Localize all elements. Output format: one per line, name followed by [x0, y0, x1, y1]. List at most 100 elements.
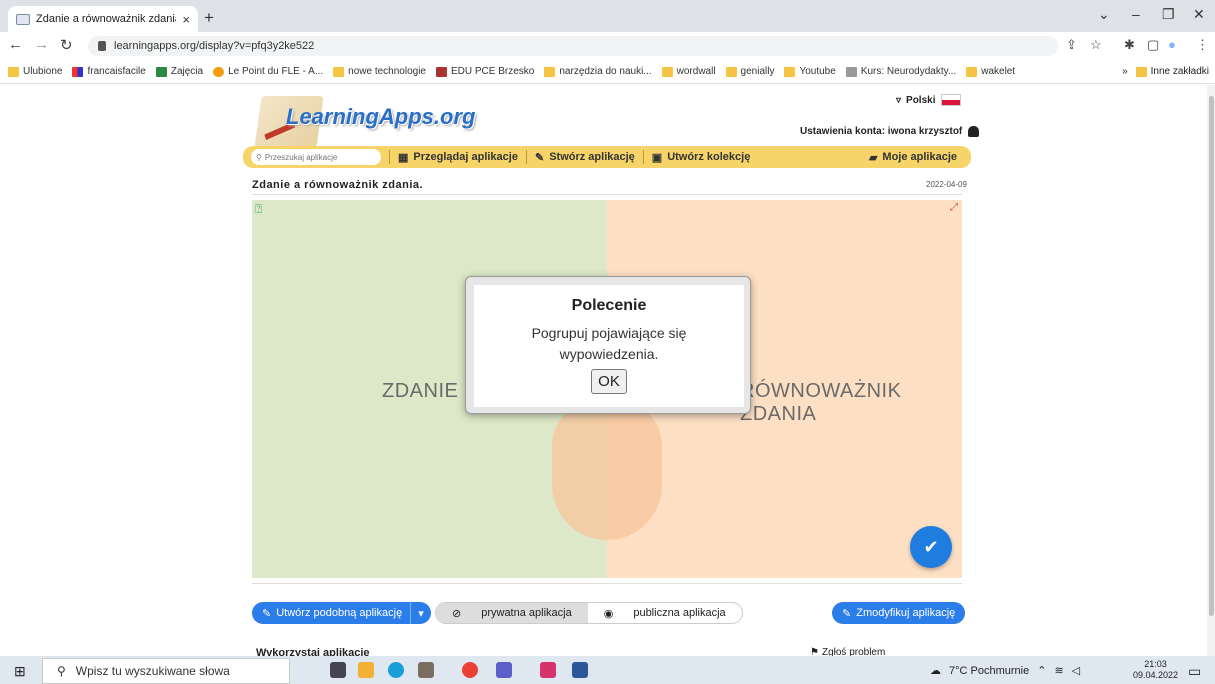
- divider: [252, 194, 962, 195]
- classroom-icon: [155, 66, 167, 77]
- bookmark-label: wordwall: [676, 66, 716, 77]
- browse-apps-link[interactable]: ▦ Przeglądaj aplikacje: [389, 150, 526, 164]
- check-answer-button[interactable]: ✔: [910, 526, 952, 568]
- clock-date: 09.04.2022: [1133, 670, 1179, 680]
- other-bookmarks[interactable]: Inne zakładki: [1135, 66, 1209, 77]
- clock-time: 21:03: [1144, 659, 1167, 669]
- forward-icon[interactable]: →: [34, 36, 49, 53]
- site-logo[interactable]: LearningApps.org: [254, 90, 498, 150]
- bookmark-item[interactable]: nowe technologie: [333, 66, 426, 77]
- profile-icon[interactable]: ●: [1168, 37, 1176, 52]
- tab-strip: Zdanie a równoważnik zdania. × +: [0, 0, 1215, 32]
- weather-text[interactable]: 7°C Pochmurnie: [949, 665, 1029, 677]
- orange-dot-icon: [213, 66, 225, 77]
- bookmark-item[interactable]: francaisfacile: [72, 66, 146, 77]
- language-selector[interactable]: ▿ Polski: [896, 94, 961, 106]
- app-frame[interactable]: ZDANIE RÓWNOWAŻNIK ZDANIA ⍰ ⤢ ✔ Poleceni…: [252, 200, 962, 578]
- speaker-icon[interactable]: ◁: [1072, 664, 1080, 677]
- bookmark-item[interactable]: Ulubione: [8, 66, 62, 77]
- account-label: Ustawienia konta: iwona krzysztof: [800, 126, 963, 137]
- help-icon[interactable]: ⍰: [255, 202, 262, 217]
- new-tab-button[interactable]: +: [204, 8, 214, 28]
- folder-icon: [725, 66, 737, 77]
- reload-icon[interactable]: ↻: [60, 36, 73, 54]
- folder-icon: [544, 66, 556, 77]
- file-explorer-icon[interactable]: [358, 662, 374, 678]
- task-view-icon[interactable]: [330, 662, 346, 678]
- paint-icon[interactable]: [418, 662, 434, 678]
- create-collection-link[interactable]: ▣ Utwórz kolekcję: [642, 150, 759, 164]
- bookmark-item[interactable]: Le Point du FLE - A...: [213, 66, 323, 77]
- create-app-link[interactable]: ✎ Stwórz aplikację: [525, 150, 643, 164]
- bookmark-item[interactable]: Kurs: Neurodydakty...: [845, 66, 957, 77]
- windows-start-icon[interactable]: ⊞: [14, 663, 26, 680]
- menu-icon[interactable]: ⋮: [1196, 37, 1209, 53]
- logo-text: LearningApps.org: [286, 104, 476, 129]
- folder-icon: [1135, 66, 1147, 77]
- tab-search-chevron-icon[interactable]: ⌄: [1098, 6, 1110, 23]
- my-apps-label: Moje aplikacje: [882, 151, 957, 163]
- grid-icon: ▦: [398, 151, 409, 164]
- right-group-label: RÓWNOWAŻNIK ZDANIA: [740, 380, 902, 425]
- create-similar-dropdown[interactable]: ▾: [410, 602, 431, 624]
- page-icon: [845, 66, 857, 77]
- bookmarks-more-button[interactable]: »: [1122, 66, 1128, 77]
- scrollbar-thumb[interactable]: [1209, 96, 1214, 616]
- bookmark-item[interactable]: Zajęcia: [155, 66, 203, 77]
- fullscreen-icon[interactable]: ⤢: [950, 202, 958, 213]
- chevron-down-icon: ▿: [896, 94, 902, 106]
- tab-favicon-icon: [16, 13, 30, 25]
- bookmark-item[interactable]: wakelet: [966, 66, 1015, 77]
- bookmark-item[interactable]: genially: [725, 66, 774, 77]
- create-similar-button[interactable]: ✎ Utwórz podobną aplikację ▾: [252, 602, 431, 624]
- caret-down-icon: ▾: [418, 607, 424, 620]
- tab-close-icon[interactable]: ×: [182, 12, 190, 27]
- chrome-icon[interactable]: [462, 662, 478, 678]
- browse-apps-label: Przeglądaj aplikacje: [413, 151, 518, 163]
- my-apps-link[interactable]: ▰ Moje aplikacje: [869, 151, 957, 164]
- divider: [252, 583, 962, 584]
- sidepanel-icon[interactable]: ▢: [1147, 37, 1159, 53]
- chevron-up-icon[interactable]: ⌃: [1037, 664, 1046, 677]
- dialog-title: Polecenie: [571, 297, 647, 314]
- word-icon[interactable]: [572, 662, 588, 678]
- minimize-icon[interactable]: –: [1132, 6, 1140, 22]
- store-icon[interactable]: [540, 662, 556, 678]
- bookmark-item[interactable]: EDU PCE Brzesko: [436, 66, 534, 77]
- public-option[interactable]: ◉ publiczna aplikacja: [588, 603, 742, 623]
- bookmarks-right: » Inne zakładki: [1122, 66, 1209, 77]
- left-group-label: ZDANIE: [382, 380, 459, 402]
- close-window-icon[interactable]: ✕: [1193, 6, 1205, 23]
- create-similar-main[interactable]: ✎ Utwórz podobną aplikację: [252, 607, 410, 620]
- private-label: prywatna aplikacja: [481, 607, 572, 619]
- hand-illustration: [552, 400, 662, 540]
- restore-icon[interactable]: ❐: [1162, 6, 1175, 23]
- clock[interactable]: 21:03 09.04.2022: [1133, 659, 1178, 681]
- folder-icon: [784, 66, 796, 77]
- modify-app-button[interactable]: ✎ Zmodyfikuj aplikację: [832, 602, 966, 624]
- edge-icon[interactable]: [388, 662, 404, 678]
- taskbar-search[interactable]: ⚲ Wpisz tu wyszukiwane słowa: [42, 658, 290, 684]
- bookmark-item[interactable]: Youtube: [784, 66, 836, 77]
- browser-tab[interactable]: Zdanie a równoważnik zdania. ×: [8, 6, 198, 32]
- bookmark-item[interactable]: wordwall: [661, 66, 716, 77]
- bookmark-label: francaisfacile: [87, 66, 146, 77]
- wifi-icon[interactable]: ≋: [1054, 664, 1063, 677]
- bookmark-item[interactable]: narzędzia do nauki...: [544, 66, 652, 77]
- search-input[interactable]: ⚲ Przeszukaj aplikacje: [251, 149, 381, 165]
- address-bar[interactable]: learningapps.org/display?v=pfq3y2ke522: [88, 36, 1058, 56]
- colorful-icon: [72, 66, 84, 77]
- pencil-icon: ✎: [842, 607, 852, 620]
- back-icon[interactable]: ←: [8, 36, 23, 53]
- ok-button[interactable]: OK: [591, 369, 627, 394]
- tab-title: Zdanie a równoważnik zdania.: [36, 13, 177, 25]
- account-settings[interactable]: Ustawienia konta: iwona krzysztof: [800, 126, 980, 137]
- url-text: learningapps.org/display?v=pfq3y2ke522: [114, 40, 315, 52]
- extensions-icon[interactable]: ✱: [1124, 37, 1135, 53]
- bookmark-label: Kurs: Neurodydakty...: [860, 66, 957, 77]
- share-icon[interactable]: ⇪: [1066, 37, 1077, 53]
- star-icon[interactable]: ☆: [1090, 37, 1102, 53]
- teams-icon[interactable]: [496, 662, 512, 678]
- notifications-icon[interactable]: ▭: [1188, 663, 1201, 680]
- private-option[interactable]: ⊘ prywatna aplikacja: [436, 603, 588, 623]
